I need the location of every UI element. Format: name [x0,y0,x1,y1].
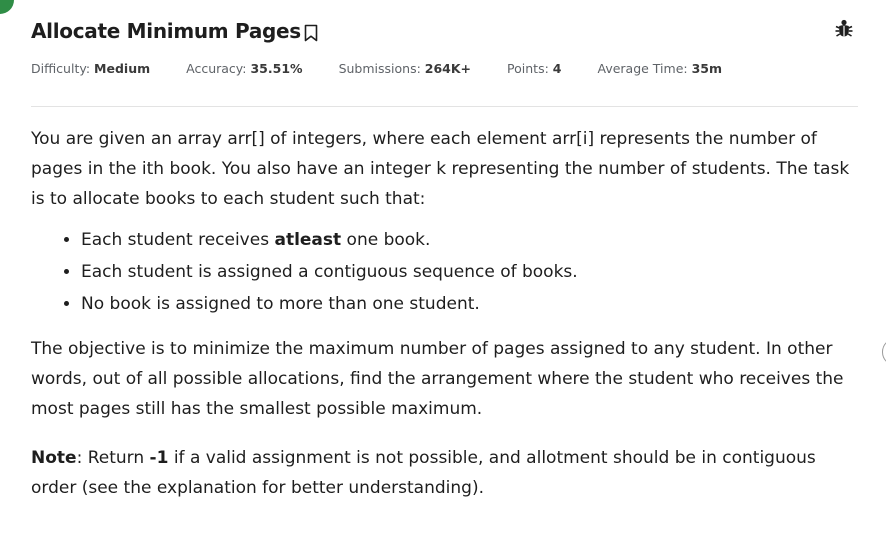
objective-paragraph: The objective is to minimize the maximum… [31,339,844,419]
intro-paragraph: You are given an array arr[] of integers… [31,129,850,209]
side-toggle-button[interactable] [882,338,886,366]
points-meta: Points: 4 [507,61,561,76]
accuracy-value: 35.51% [250,61,303,76]
average-time-label: Average Time: [597,61,688,76]
list-item: Each student is assigned a contiguous se… [81,256,866,288]
accuracy-label: Accuracy: [186,61,247,76]
bullet-1-pre: Each student receives [81,230,275,250]
note-label: Note [31,448,77,468]
average-time-meta: Average Time: 35m [598,61,723,76]
bug-icon[interactable] [834,18,854,42]
title-row: Allocate Minimum Pages [31,16,858,46]
problem-description: You are given an array arr[] of integers… [31,124,866,503]
submissions-label: Submissions: [338,61,421,76]
bookmark-icon[interactable] [304,24,318,42]
bullet-1-bold: atleast [274,230,342,250]
problem-page: Allocate Minimum Pages Difficulty: Mediu… [0,0,886,542]
header-divider [31,106,858,107]
submissions-meta: Submissions: 264K+ [339,61,471,76]
problem-header: Allocate Minimum Pages Difficulty: Mediu… [31,16,858,76]
requirements-list: Each student receives atleast one book. … [31,224,866,320]
difficulty-value: Medium [94,61,151,76]
status-dot [0,0,14,14]
points-value: 4 [552,61,562,76]
note-mid: : Return [76,448,150,468]
bullet-1-post: one book. [341,230,431,250]
note-value: -1 [149,448,169,468]
submissions-value: 264K+ [424,61,472,76]
page-title: Allocate Minimum Pages [31,19,301,43]
points-label: Points: [507,61,549,76]
difficulty-label: Difficulty: [31,61,91,76]
list-item: No book is assigned to more than one stu… [81,288,866,320]
accuracy-meta: Accuracy: 35.51% [186,61,302,76]
note-paragraph: Note: Return -1 if a valid assignment is… [31,443,866,503]
average-time-value: 35m [691,61,723,76]
problem-meta: Difficulty: Medium Accuracy: 35.51% Subm… [31,61,858,76]
difficulty-meta: Difficulty: Medium [31,61,150,76]
list-item: Each student receives atleast one book. [81,224,866,256]
